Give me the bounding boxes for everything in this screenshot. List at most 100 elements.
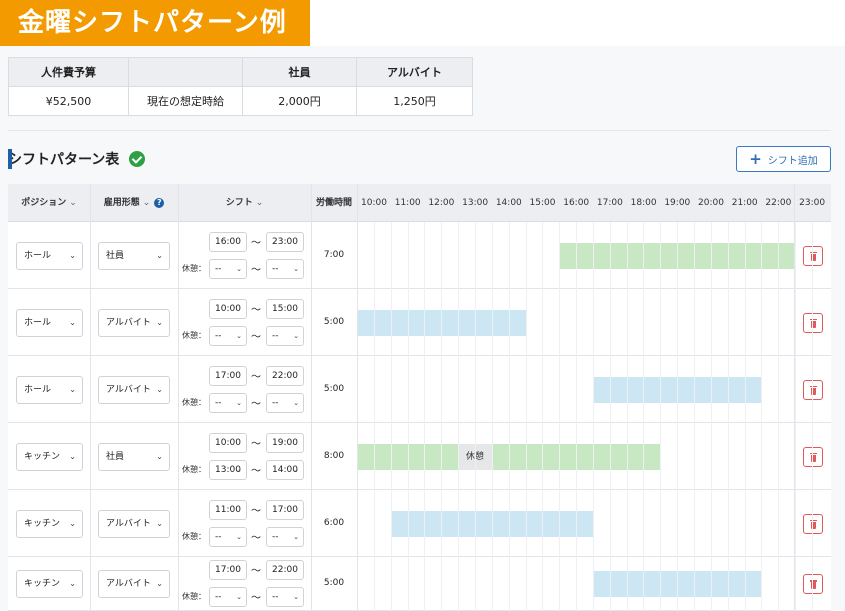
chevron-down-icon: ⌄ xyxy=(156,250,163,260)
col-shift[interactable]: シフト ⌄ xyxy=(178,184,311,222)
delete-row-button[interactable] xyxy=(803,312,823,333)
break-end-select[interactable]: -- ⌄ xyxy=(266,325,304,346)
chevron-down-icon: ⌄ xyxy=(236,331,242,340)
employment-value: アルバイト xyxy=(106,317,151,328)
column-divider xyxy=(90,184,91,611)
break-start-value: -- xyxy=(215,592,222,602)
budget-employee-wage: 2,000円 xyxy=(242,86,357,116)
chevron-down-icon: ⌄ xyxy=(236,264,242,273)
help-icon[interactable]: ? xyxy=(154,197,165,208)
time-gridline xyxy=(508,222,510,611)
position-select[interactable]: キッチン ⌄ xyxy=(16,570,83,598)
position-select[interactable]: ホール ⌄ xyxy=(16,241,83,270)
break-start-select[interactable]: -- ⌄ xyxy=(209,392,247,413)
employment-select[interactable]: アルバイト ⌄ xyxy=(98,375,170,404)
section-title: シフトパターン表 xyxy=(8,152,120,168)
delete-row-button[interactable] xyxy=(803,446,823,467)
chevron-down-icon: ⌄ xyxy=(293,465,299,474)
shift-end-input[interactable]: 15:00 xyxy=(266,298,304,319)
break-start-select[interactable]: -- ⌄ xyxy=(209,258,247,279)
hour-label: 10:00 xyxy=(361,198,387,208)
shift-start-input[interactable]: 10:00 xyxy=(209,298,247,319)
shift-end-input[interactable]: 19:00 xyxy=(266,432,304,453)
time-gridline xyxy=(474,222,476,611)
position-value: ホール xyxy=(24,250,52,261)
range-tilde: 〜 xyxy=(251,304,261,316)
col-work-hours: 労働時間 xyxy=(315,198,352,208)
time-gridline xyxy=(643,222,645,611)
col-position[interactable]: ポジション ⌄ xyxy=(8,184,90,222)
break-end-select[interactable]: -- ⌄ xyxy=(266,392,304,413)
break-start-select[interactable]: 13:00 ⌄ xyxy=(209,459,247,480)
break-end-select[interactable]: 14:00 ⌄ xyxy=(266,459,304,480)
employment-select[interactable]: 社員 ⌄ xyxy=(98,241,170,270)
time-gridline xyxy=(626,222,628,611)
break-start-select[interactable]: -- ⌄ xyxy=(209,526,247,547)
time-gridline xyxy=(373,222,375,611)
shift-start-input[interactable]: 16:00 xyxy=(209,231,247,252)
time-gridline xyxy=(525,222,527,611)
work-hours: 5:00 xyxy=(323,383,345,394)
chevron-down-icon: ⌄ xyxy=(293,593,299,601)
position-select[interactable]: ホール ⌄ xyxy=(16,375,83,404)
employment-value: 社員 xyxy=(106,451,125,462)
range-tilde: 〜 xyxy=(251,264,261,276)
time-gridline xyxy=(795,222,797,611)
chevron-down-icon: ⌄ xyxy=(69,384,76,394)
delete-row-button[interactable] xyxy=(803,574,823,594)
break-label: 休憩： xyxy=(182,592,206,601)
time-gridline xyxy=(390,222,392,611)
shift-end-input[interactable]: 17:00 xyxy=(266,499,304,520)
employment-select[interactable]: 社員 ⌄ xyxy=(98,442,170,471)
shift-end-input[interactable]: 22:00 xyxy=(266,365,304,386)
time-gridline xyxy=(778,222,780,611)
time-gridline xyxy=(559,222,561,611)
range-tilde: 〜 xyxy=(251,566,261,577)
hour-label: 21:00 xyxy=(731,198,758,208)
chevron-down-icon: ⌄ xyxy=(236,465,242,474)
hour-label: 23:00 xyxy=(799,198,826,208)
break-start-select[interactable]: -- ⌄ xyxy=(209,325,247,346)
col-position-label: ポジション xyxy=(21,198,67,208)
chevron-down-icon: ⌄ xyxy=(156,518,163,528)
hour-label: 18:00 xyxy=(630,198,657,208)
delete-row-button[interactable] xyxy=(803,379,823,400)
col-employment[interactable]: 雇用形態 ⌄? xyxy=(90,184,178,222)
time-gridline xyxy=(811,222,813,611)
delete-row-button[interactable] xyxy=(803,245,823,266)
break-end-select[interactable]: -- ⌄ xyxy=(266,526,304,547)
chevron-down-icon: ⌄ xyxy=(69,250,76,260)
position-select[interactable]: ホール ⌄ xyxy=(16,308,83,337)
position-select[interactable]: キッチン ⌄ xyxy=(16,442,83,471)
shift-start-input[interactable]: 17:00 xyxy=(209,560,247,580)
budget-parttime-wage: 1,250円 xyxy=(356,86,473,116)
break-end-select[interactable]: -- ⌄ xyxy=(266,587,304,607)
shift-start-input[interactable]: 10:00 xyxy=(209,432,247,453)
employment-select[interactable]: アルバイト ⌄ xyxy=(98,570,170,598)
budget-table: 人件費予算 社員 アルバイト ¥52,500 現在の想定時給 2,000円 1,… xyxy=(8,57,473,116)
break-start-select[interactable]: -- ⌄ xyxy=(209,587,247,607)
break-start-value: -- xyxy=(215,263,222,274)
hour-label: 22:00 xyxy=(765,198,792,208)
add-shift-button[interactable]: + シフト追加 xyxy=(736,146,831,172)
shift-start-input[interactable]: 17:00 xyxy=(209,365,247,386)
time-gridline xyxy=(694,222,695,611)
shift-start-input[interactable]: 11:00 xyxy=(209,499,247,520)
position-value: ホール xyxy=(24,317,52,328)
range-tilde: 〜 xyxy=(251,505,261,517)
shift-end-input[interactable]: 23:00 xyxy=(266,231,304,252)
shift-end-input[interactable]: 22:00 xyxy=(266,560,304,580)
section-heading: シフトパターン表 xyxy=(8,148,146,170)
break-label: 休憩： xyxy=(182,531,206,541)
chevron-down-icon: ⌄ xyxy=(156,451,163,461)
employment-select[interactable]: アルバイト ⌄ xyxy=(98,308,170,337)
position-select[interactable]: キッチン ⌄ xyxy=(16,509,83,538)
delete-row-button[interactable] xyxy=(803,513,823,534)
time-gridline xyxy=(424,222,426,611)
time-gridline xyxy=(592,222,594,611)
work-hours: 6:00 xyxy=(323,517,345,528)
break-end-select[interactable]: -- ⌄ xyxy=(266,258,304,279)
divider xyxy=(8,130,831,131)
employment-select[interactable]: アルバイト ⌄ xyxy=(98,509,170,538)
chevron-down-icon: ⌄ xyxy=(142,198,151,208)
